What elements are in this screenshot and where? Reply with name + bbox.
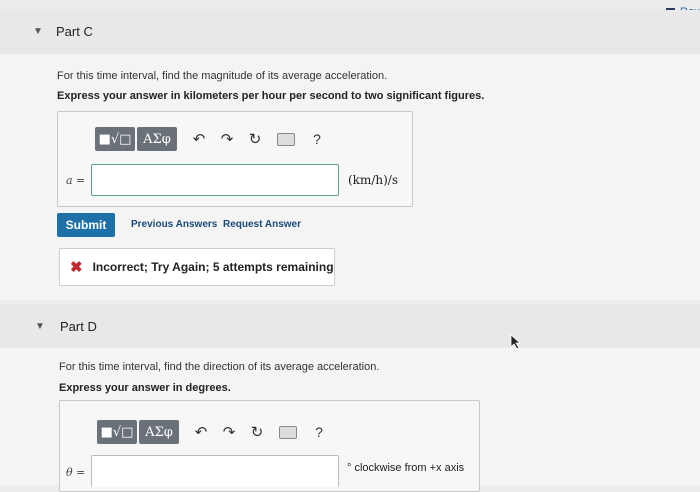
collapse-caret-icon[interactable]: ▼ [35, 321, 45, 332]
reset-icon[interactable]: ↻ [241, 130, 269, 148]
keyboard-icon[interactable] [279, 425, 297, 439]
incorrect-x-icon: ✖ [70, 259, 83, 276]
redo-icon[interactable]: ↷ [215, 423, 243, 441]
fraction-root-button[interactable]: ■√□ [95, 127, 135, 151]
part-d-title: Part D [60, 319, 97, 334]
reset-icon[interactable]: ↻ [243, 423, 271, 441]
request-answer-link[interactable]: Request Answer [223, 219, 301, 230]
part-d-instruction: Express your answer in degrees. [59, 382, 231, 394]
help-button[interactable]: ? [305, 424, 333, 440]
part-c-math-toolbar: ■√□ ΑΣφ ↶ ↷ ↻ ? [95, 125, 331, 153]
help-button[interactable]: ? [303, 131, 331, 147]
undo-icon[interactable]: ↶ [185, 130, 213, 148]
keyboard-icon[interactable] [277, 132, 295, 146]
fraction-root-button[interactable]: ■√□ [97, 420, 137, 444]
part-d-question: For this time interval, find the directi… [59, 361, 380, 373]
feedback-text: Incorrect; Try Again; 5 attempts remaini… [92, 260, 334, 274]
greek-symbols-button[interactable]: ΑΣφ [137, 127, 177, 151]
undo-icon[interactable]: ↶ [187, 423, 215, 441]
collapse-caret-icon[interactable]: ▼ [33, 26, 43, 37]
greek-symbols-button[interactable]: ΑΣφ [139, 420, 179, 444]
part-d-header[interactable] [0, 304, 700, 348]
redo-icon[interactable]: ↷ [213, 130, 241, 148]
part-c-input-label: a = [66, 174, 86, 187]
part-d-math-toolbar: ■√□ ΑΣφ ↶ ↷ ↻ ? [97, 418, 333, 446]
part-c-unit: (km/h)/s [348, 173, 398, 187]
part-d-unit: ° clockwise from +x axis [347, 462, 465, 474]
part-c-instruction: Express your answer in kilometers per ho… [57, 90, 485, 102]
part-d-input-label: θ = [66, 466, 86, 479]
part-d-answer-input[interactable] [91, 455, 339, 487]
part-c-answer-input[interactable] [91, 164, 339, 196]
part-c-title: Part C [56, 24, 93, 39]
previous-answers-link[interactable]: Previous Answers [131, 219, 217, 230]
submit-button[interactable]: Submit [57, 213, 115, 237]
part-c-question: For this time interval, find the magnitu… [57, 70, 388, 82]
part-c-header[interactable] [0, 10, 700, 54]
feedback-box: ✖ Incorrect; Try Again; 5 attempts remai… [59, 248, 335, 286]
